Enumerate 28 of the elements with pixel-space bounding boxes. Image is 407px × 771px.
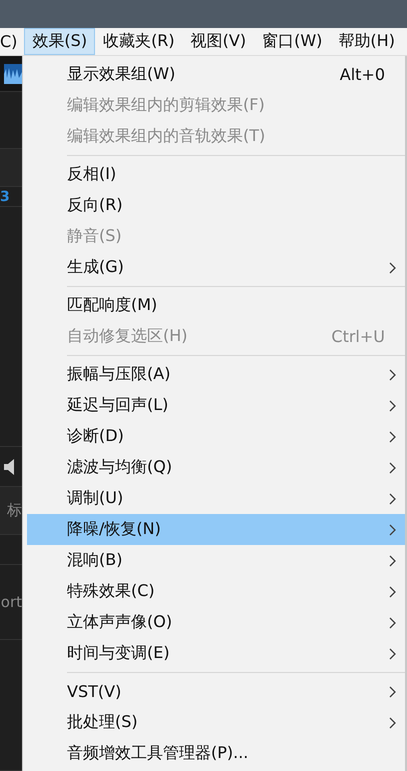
menu-item[interactable]: 特殊效果(C) <box>23 576 405 607</box>
menu-bar-item[interactable]: C) <box>0 28 24 55</box>
menu-bar-item[interactable]: 帮助(H) <box>330 28 403 55</box>
menu-item[interactable]: 显示效果组(W) Alt+0 <box>23 59 405 90</box>
menu-item[interactable]: 反相(I) <box>23 159 405 190</box>
menu-item[interactable]: 时间与变调(E) <box>23 638 405 669</box>
menu-item[interactable]: 滤波与均衡(Q) <box>23 452 405 483</box>
menu-item[interactable]: 振幅与压限(A) <box>23 359 405 390</box>
menu-item[interactable]: 反向(R) <box>23 190 405 221</box>
menu-bar-item[interactable]: 视图(V) <box>182 28 254 55</box>
menu-item[interactable]: 生成(G) <box>23 252 405 283</box>
menu-item[interactable]: 音频增效工具管理器(P)... <box>23 738 405 769</box>
menu-item[interactable]: 延迟与回声(L) <box>23 390 405 421</box>
menu-item[interactable]: VST(V) <box>23 676 405 707</box>
waveform-icon[interactable] <box>4 64 22 84</box>
menu-bar-item[interactable]: 收藏夹(R) <box>95 28 183 55</box>
menu-bar-item[interactable]: 效果(S) <box>24 28 96 55</box>
menu-item[interactable]: 批处理(S) <box>23 707 405 738</box>
panel-label: ort <box>0 593 22 611</box>
menu-item[interactable]: 调制(U) <box>23 483 405 514</box>
value-text: 3 <box>0 188 10 204</box>
menu-item[interactable]: 降噪/恢复(N) <box>27 514 405 545</box>
menu-item[interactable]: 诊断(D) <box>23 421 405 452</box>
menu-item[interactable]: 混响(B) <box>23 545 405 576</box>
menu-item[interactable]: 立体声声像(O) <box>23 607 405 638</box>
menu-bar-item[interactable]: 窗口(W) <box>254 28 330 55</box>
menu-item[interactable]: 匹配响度(M) <box>23 290 405 321</box>
panel-label: 标 <box>7 501 22 520</box>
